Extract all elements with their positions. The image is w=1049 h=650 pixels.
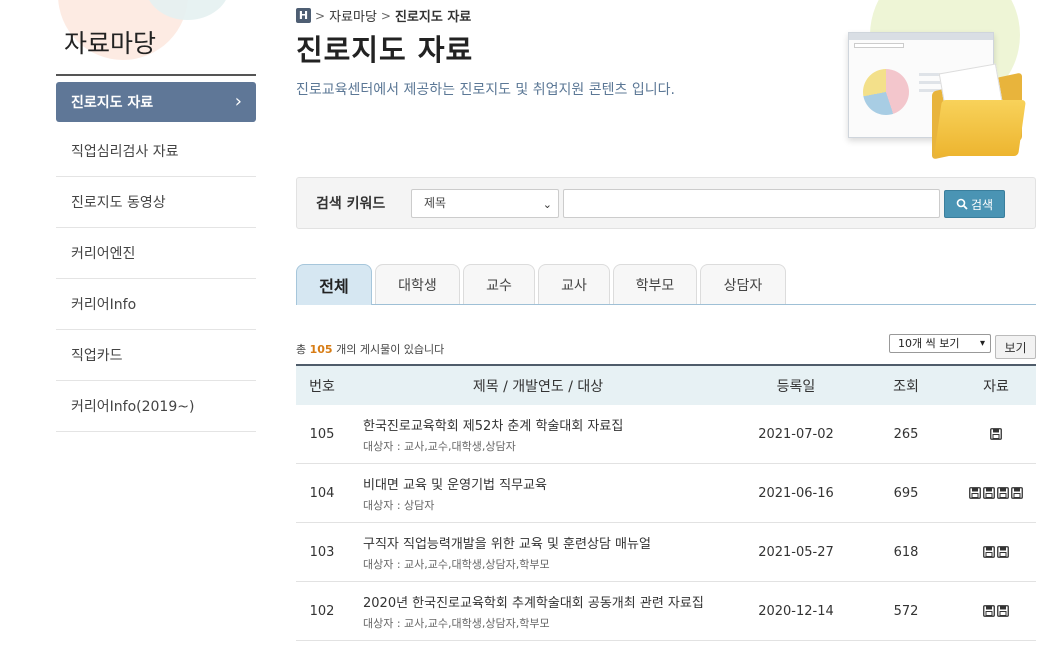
sidebar-item-label: 진로지도 자료 [71,95,154,111]
breadcrumb-separator: > [315,8,326,23]
row-files [956,605,1036,617]
breadcrumb-item[interactable]: 자료마당 [329,6,377,25]
header-title: 제목 / 개발연도 / 대상 [472,378,604,395]
post-count: 총 105 개의 게시물이 있습니다 [296,341,444,357]
header-views: 조회 [893,378,919,395]
row-views: 265 [893,427,919,442]
row-number: 102 [309,604,335,619]
tab-professors[interactable]: 교수 [463,264,535,304]
search-button[interactable]: 검색 [944,190,1005,218]
header-number: 번호 [309,378,335,395]
sidebar-item-career-info-2019[interactable]: 커리어Info(2019~) [56,381,256,432]
chevron-down-icon: ▾ [979,338,985,349]
file-download-icon[interactable] [1011,487,1023,499]
sidebar-item-label: 커리어Info [71,297,137,313]
row-title-link[interactable]: 비대면 교육 및 운영기법 직무교육 [363,474,547,493]
search-panel: 검색 키워드 제목 ⌄ 검색 [296,177,1036,229]
sidebar-item-videos[interactable]: 진로지도 동영상 [56,177,256,228]
row-date: 2020-12-14 [758,604,834,619]
file-download-icon[interactable] [997,546,1009,558]
row-date: 2021-05-27 [758,545,834,560]
table-header: 번호 제목 / 개발연도 / 대상 등록일 조회 자료 [296,364,1036,405]
table-row: 103 구직자 직업능력개발을 위한 교육 및 훈련상담 매뉴얼대상자 : 교사,… [296,523,1036,582]
row-number: 103 [309,545,335,560]
chevron-down-icon: ⌄ [542,198,552,211]
file-download-icon[interactable] [997,487,1009,499]
row-title-link[interactable]: 구직자 직업능력개발을 위한 교육 및 훈련상담 매뉴얼 [363,533,651,552]
row-title-link[interactable]: 한국진로교육학회 제52차 춘계 학술대회 자료집 [363,415,623,434]
view-button[interactable]: 보기 [995,335,1036,359]
home-icon[interactable]: H [296,8,311,23]
header-illustration [846,30,1026,160]
search-field-select[interactable]: 제목 ⌄ [411,189,559,218]
row-views: 618 [893,545,919,560]
row-number: 104 [309,486,335,501]
pie-chart-graphic [863,69,909,115]
sidebar-item-label: 진로지도 동영상 [71,195,166,211]
chevron-right-icon: › [234,91,242,112]
page-title: 진로지도 자료 [296,33,474,67]
page-size-select[interactable]: 10개 씩 보기 ▾ [889,334,991,353]
header-date: 등록일 [776,378,816,395]
search-input[interactable] [563,189,940,218]
header-files: 자료 [983,378,1009,395]
row-files [956,546,1036,558]
tab-all[interactable]: 전체 [296,264,372,305]
file-download-icon[interactable] [990,428,1002,440]
table-row: 104 비대면 교육 및 운영기법 직무교육대상자 : 상담자 2021-06-16… [296,464,1036,523]
row-files [956,487,1036,499]
breadcrumb-current: 진로지도 자료 [394,10,472,25]
row-files [956,428,1036,440]
breadcrumb-separator: > [380,8,391,23]
search-label: 검색 키워드 [316,196,386,212]
breadcrumb: H > 자료마당 > 진로지도 자료 [296,6,471,25]
sidebar-title: 자료마당 [56,24,256,76]
materials-table: 번호 제목 / 개발연도 / 대상 등록일 조회 자료 105 한국진로교육학회 … [296,364,1036,641]
row-number: 105 [309,427,335,442]
tab-students[interactable]: 대학생 [375,264,460,304]
search-select-value: 제목 [424,196,447,210]
table-row: 102 2020년 한국진로교육학회 추계학술대회 공동개최 관련 자료집대상자 … [296,582,1036,641]
sidebar: 자료마당 진로지도 자료 › 직업심리검사 자료 진로지도 동영상 커리어엔진 … [56,24,256,432]
row-target: 대상자 : 교사,교수,대학생,상담자,학부모 [363,558,550,571]
row-views: 695 [893,486,919,501]
sidebar-item-career-engine[interactable]: 커리어엔진 [56,228,256,279]
sidebar-item-label: 커리어Info(2019~) [71,399,195,415]
row-target: 대상자 : 상담자 [363,499,435,512]
search-button-label: 검색 [970,197,994,212]
row-title-link[interactable]: 2020년 한국진로교육학회 추계학술대회 공동개최 관련 자료집 [363,592,704,611]
sidebar-item-label: 직업심리검사 자료 [71,144,179,160]
sidebar-item-psych-test[interactable]: 직업심리검사 자료 [56,126,256,177]
count-suffix: 개의 게시물이 있습니다 [336,343,445,356]
sidebar-item-label: 직업카드 [71,348,123,364]
tab-parents[interactable]: 학부모 [613,264,697,304]
file-download-icon[interactable] [983,546,995,558]
row-date: 2021-06-16 [758,486,834,501]
search-icon [956,198,968,210]
row-target: 대상자 : 교사,교수,대학생,상담자,학부모 [363,617,550,630]
sidebar-item-job-cards[interactable]: 직업카드 [56,330,256,381]
sidebar-item-career-guidance[interactable]: 진로지도 자료 › [56,82,256,122]
page-size-value: 10개 씩 보기 [898,337,960,350]
category-tabs: 전체 대학생 교수 교사 학부모 상담자 [296,264,1036,305]
sidebar-item-label: 커리어엔진 [71,246,136,262]
count-prefix: 총 [296,343,307,356]
tab-teachers[interactable]: 교사 [538,264,610,304]
row-target: 대상자 : 교사,교수,대학생,상담자 [363,440,516,453]
page-description: 진로교육센터에서 제공하는 진로지도 및 취업지원 콘텐츠 입니다. [296,82,675,98]
row-date: 2021-07-02 [758,427,834,442]
file-download-icon[interactable] [983,487,995,499]
count-number: 105 [309,343,333,356]
file-download-icon[interactable] [983,605,995,617]
tab-counselors[interactable]: 상담자 [700,264,786,304]
table-row: 105 한국진로교육학회 제52차 춘계 학술대회 자료집대상자 : 교사,교수,… [296,405,1036,464]
file-download-icon[interactable] [997,605,1009,617]
row-views: 572 [893,604,919,619]
file-download-icon[interactable] [969,487,981,499]
sidebar-item-career-info[interactable]: 커리어Info [56,279,256,330]
